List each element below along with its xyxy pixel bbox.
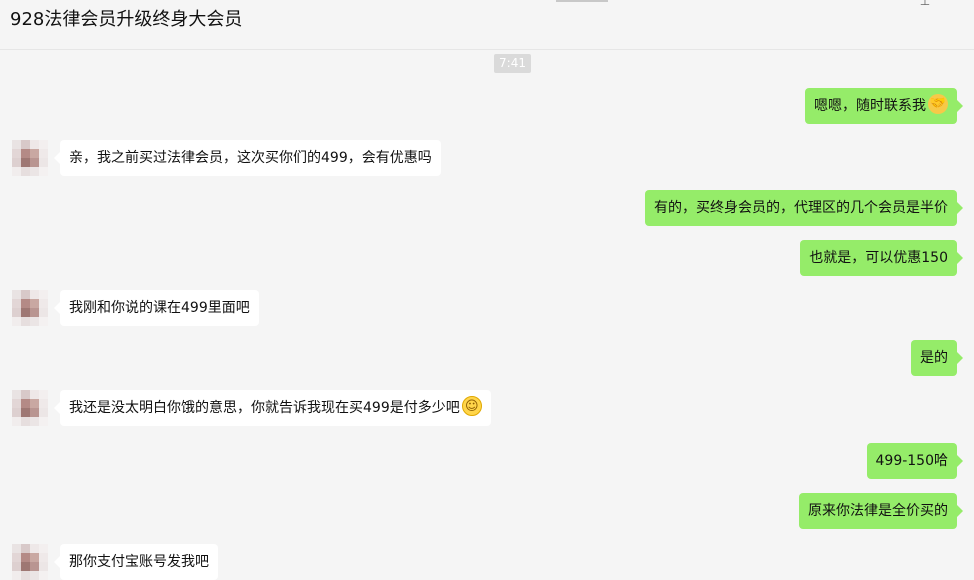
incoming-message[interactable]: 亲，我之前买过法律会员，这次买你们的499，会有优惠吗 — [54, 140, 441, 176]
message-text: 是的 — [920, 350, 948, 366]
contact-avatar[interactable] — [12, 290, 48, 326]
chat-title: 928法律会员升级终身大会员 — [10, 9, 243, 30]
outgoing-message[interactable]: 499-150哈 — [866, 443, 963, 479]
incoming-message[interactable]: 我刚和你说的课在499里面吧 — [54, 290, 259, 326]
window-drag-handle[interactable] — [556, 0, 608, 2]
pin-icon[interactable]: ⊥ — [918, 0, 932, 8]
message-timestamp: 7:41 — [494, 54, 531, 73]
contact-avatar[interactable] — [12, 140, 48, 176]
outgoing-message[interactable]: 有的，买终身会员的，代理区的几个会员是半价 — [645, 190, 963, 226]
contact-avatar[interactable] — [12, 390, 48, 426]
smile-emoji-icon: ☺ — [461, 396, 482, 416]
incoming-message[interactable]: 我还是没太明白你饿的意思，你就告诉我现在买499是付多少吧 ☺ — [54, 390, 491, 426]
message-text: 我还是没太明白你饿的意思，你就告诉我现在买499是付多少吧 — [69, 400, 460, 416]
message-text: 有的，买终身会员的，代理区的几个会员是半价 — [654, 200, 948, 216]
chat-header: 928法律会员升级终身大会员 ⊥ — [0, 0, 974, 50]
contact-avatar[interactable] — [12, 544, 48, 580]
message-list[interactable]: 7:41 嗯嗯，随时联系我 🤝 亲，我之前买过法律会员，这次买你们的499，会有优… — [0, 50, 974, 580]
outgoing-message[interactable]: 嗯嗯，随时联系我 🤝 — [805, 88, 963, 124]
outgoing-message[interactable]: 也就是，可以优惠150 — [800, 240, 963, 276]
message-text: 我刚和你说的课在499里面吧 — [69, 300, 250, 316]
outgoing-message[interactable]: 是的 — [911, 340, 963, 376]
message-text: 亲，我之前买过法律会员，这次买你们的499，会有优惠吗 — [69, 150, 432, 166]
message-text: 也就是，可以优惠150 — [809, 250, 948, 266]
message-text: 嗯嗯，随时联系我 — [814, 98, 926, 114]
incoming-message[interactable]: 那你支付宝账号发我吧 — [54, 544, 218, 580]
message-text: 499-150哈 — [875, 453, 949, 469]
message-text: 原来你法律是全价买的 — [808, 503, 948, 519]
outgoing-message[interactable]: 原来你法律是全价买的 — [799, 493, 963, 529]
handshake-emoji-icon: 🤝 — [928, 94, 948, 114]
